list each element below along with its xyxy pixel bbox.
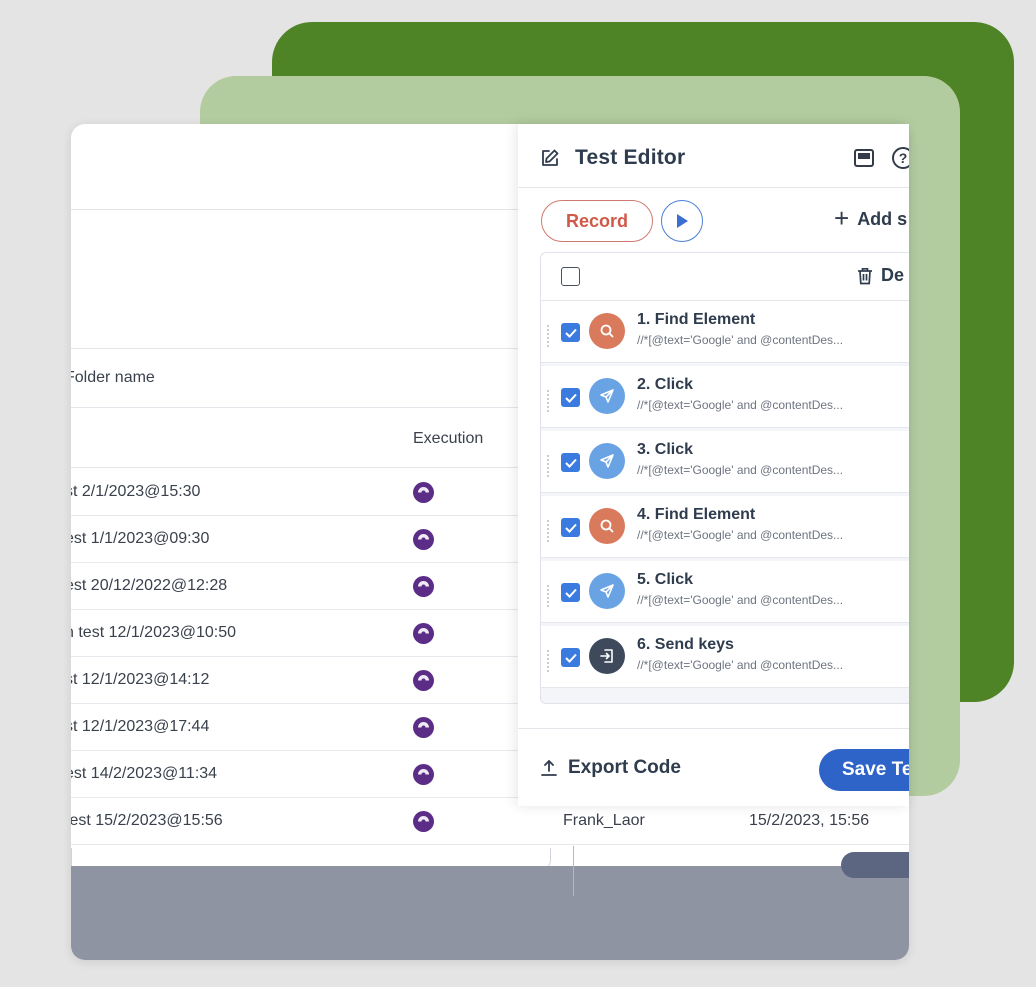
steps-list: De 1. Find Element //*[@text='Google' an…	[540, 252, 909, 704]
test-name: est 14/2/2023@11:34	[71, 765, 218, 782]
edit-icon	[540, 148, 560, 168]
pointer-icon	[589, 573, 625, 609]
step-checkbox[interactable]	[561, 388, 580, 407]
step-item[interactable]: 6. Send keys //*[@text='Google' and @con…	[541, 626, 909, 688]
test-name: test 15/2/2023@15:56	[71, 812, 223, 829]
keyboard-input-icon	[589, 638, 625, 674]
execution-icon[interactable]	[413, 670, 434, 691]
step-checkbox[interactable]	[561, 453, 580, 472]
execution-icon[interactable]	[413, 764, 434, 785]
execution-icon[interactable]	[413, 482, 434, 503]
delete-button[interactable]: De	[857, 265, 904, 286]
step-item[interactable]: 3. Click //*[@text='Google' and @content…	[541, 431, 909, 493]
test-name: est 20/12/2022@12:28	[71, 577, 228, 594]
export-code-label: Export Code	[568, 757, 681, 778]
select-all-checkbox[interactable]	[561, 267, 580, 286]
step-checkbox[interactable]	[561, 323, 580, 342]
step-checkbox[interactable]	[561, 648, 580, 667]
record-button[interactable]: Record	[541, 200, 653, 242]
search-icon	[589, 508, 625, 544]
play-button[interactable]	[661, 200, 703, 242]
pointer-icon	[589, 443, 625, 479]
export-code-button[interactable]: Export Code	[540, 757, 681, 779]
drag-handle-icon[interactable]	[547, 390, 553, 412]
test-name: st 12/1/2023@17:44	[71, 718, 210, 735]
step-title: 3. Click	[637, 441, 694, 458]
folder-name-label: Folder name	[71, 369, 155, 386]
plus-icon: +	[834, 203, 850, 233]
drag-handle-icon[interactable]	[547, 650, 553, 672]
pointer-icon	[589, 378, 625, 414]
step-title: 6. Send keys	[637, 636, 734, 653]
step-checkbox[interactable]	[561, 583, 580, 602]
step-locator: //*[@text='Google' and @contentDes...	[637, 658, 844, 672]
test-editor-panel: Test Editor ? Record + Add s De 1. Find …	[518, 124, 909, 806]
test-date: 15/2/2023, 15:56	[749, 812, 870, 829]
footer-divider	[573, 846, 574, 896]
step-locator: //*[@text='Google' and @contentDes...	[637, 333, 844, 347]
add-step-button[interactable]: + Add s	[834, 203, 908, 233]
execution-icon[interactable]	[413, 623, 434, 644]
drag-handle-icon[interactable]	[547, 455, 553, 477]
footer-pill-button[interactable]	[841, 852, 909, 878]
help-icon[interactable]: ?	[892, 147, 909, 169]
step-locator: //*[@text='Google' and @contentDes...	[637, 593, 844, 607]
step-title: 5. Click	[637, 571, 694, 588]
add-step-label: Add s	[857, 209, 908, 229]
step-checkbox[interactable]	[561, 518, 580, 537]
execution-icon[interactable]	[413, 576, 434, 597]
trash-icon	[858, 267, 872, 284]
upload-icon	[541, 760, 557, 776]
step-item[interactable]: 4. Find Element //*[@text='Google' and @…	[541, 496, 909, 558]
dimmed-footer-area	[71, 866, 909, 960]
step-locator: //*[@text='Google' and @contentDes...	[637, 463, 844, 477]
steps-toolbar: De	[541, 253, 909, 301]
step-locator: //*[@text='Google' and @contentDes...	[637, 528, 844, 542]
step-item[interactable]: 2. Click //*[@text='Google' and @content…	[541, 366, 909, 428]
test-name: n test 12/1/2023@10:50	[71, 624, 237, 641]
drag-handle-icon[interactable]	[547, 585, 553, 607]
search-icon	[589, 313, 625, 349]
execution-icon[interactable]	[413, 529, 434, 550]
editor-header: Test Editor ?	[518, 124, 909, 188]
step-item[interactable]: 1. Find Element //*[@text='Google' and @…	[541, 301, 909, 363]
save-test-button[interactable]: Save Te	[819, 749, 909, 791]
panel-layout-icon[interactable]	[854, 149, 874, 167]
execution-column-header[interactable]: Execution	[413, 430, 483, 448]
execution-icon[interactable]	[413, 717, 434, 738]
test-owner: Frank_Laor	[563, 812, 645, 829]
editor-footer: Export Code Save Te	[518, 728, 909, 806]
step-item[interactable]: 5. Click //*[@text='Google' and @content…	[541, 561, 909, 623]
test-name: st 12/1/2023@14:12	[71, 671, 210, 688]
step-title: 2. Click	[637, 376, 694, 393]
test-name: est 1/1/2023@09:30	[71, 530, 210, 547]
delete-label: De	[881, 265, 905, 285]
editor-title: Test Editor	[575, 146, 686, 169]
drag-handle-icon[interactable]	[547, 520, 553, 542]
step-title: 4. Find Element	[637, 506, 756, 523]
play-icon	[677, 214, 688, 228]
execution-icon[interactable]	[413, 811, 434, 832]
step-locator: //*[@text='Google' and @contentDes...	[637, 398, 844, 412]
drag-handle-icon[interactable]	[547, 325, 553, 347]
step-title: 1. Find Element	[637, 311, 756, 328]
test-name: st 2/1/2023@15:30	[71, 483, 201, 500]
